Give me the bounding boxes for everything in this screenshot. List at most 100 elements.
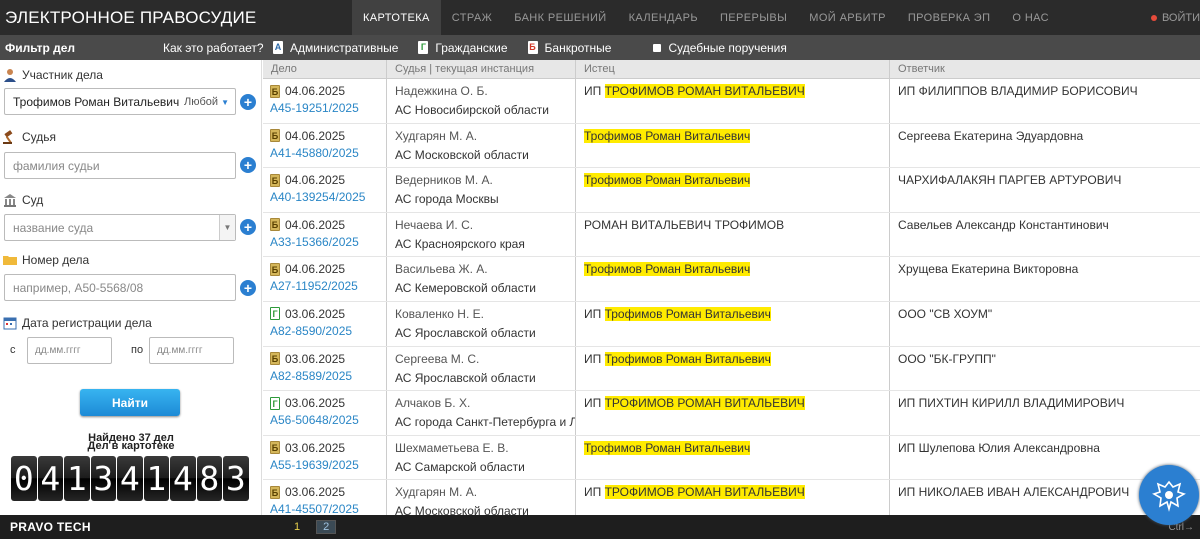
court-name: АС города Санкт-Петербурга и Ленинградск… [395,415,575,430]
table-row[interactable]: Б 04.06.2025 А41-45880/2025 Худгарян М. А. А… [263,123,1200,169]
plaintiff-prefix: ИП [584,396,605,411]
page-2-link[interactable]: 2 [316,520,337,534]
counter-digit: 4 [117,456,143,501]
emblem-button[interactable] [1139,465,1199,525]
case-cell: Б 04.06.2025 А45-19251/2025 [263,79,387,123]
add-participant-button[interactable]: + [240,94,256,110]
table-row[interactable]: Г 03.06.2025 А56-50648/2025 Алчаков Б. Х. АС… [263,391,1200,436]
case-number-link[interactable]: А82-8589/2025 [270,369,386,383]
add-court-button[interactable]: + [240,219,256,235]
defendant-cell: ООО "СВ ХОУМ" [890,302,1200,346]
table-row[interactable]: Б 03.06.2025 А41-45507/2025 Худгарян М. А. А… [263,480,1200,515]
defendant-name: Хрущева Екатерина Викторовна [898,262,1079,277]
defendant-cell: ИП ПИХТИН КИРИЛЛ ВЛАДИМИРОВИЧ [890,391,1200,435]
court-dropdown-arrow[interactable]: ▼ [219,215,235,240]
category-court-orders[interactable]: Судебные поручения [653,41,787,55]
plaintiff-highlight: Трофимов Роман Витальевич [604,306,771,321]
column-case: Дело [263,60,387,78]
chevron-down-icon: ▼ [221,97,229,107]
defendant-name: Савельев Александр Константинович [898,217,1109,232]
brand-title[interactable]: ЭЛЕКТРОННОЕ ПРАВОСУДИЕ [0,8,352,28]
judge-cell: Худгарян М. А. АС Московской области [387,123,576,168]
find-button[interactable]: Найти [80,389,180,416]
table-row[interactable]: Б 04.06.2025 А33-15366/2025 Нечаева И. С. АС… [263,212,1200,258]
category-bankruptcy[interactable]: Б Банкротные [527,40,612,55]
eagle-emblem-icon [1152,480,1186,512]
court-name: АС Ярославской области [395,370,536,385]
case-date: 03.06.2025 [285,440,346,455]
judge-cell: Шехмаметьева Е. В. АС Самарской области [387,435,576,480]
case-type-icon: Б [270,441,280,455]
add-case-number-button[interactable]: + [240,280,256,296]
case-number-link[interactable]: А33-15366/2025 [270,235,386,249]
date-to-input[interactable]: дд.мм.гггг [149,337,234,364]
case-date: 04.06.2025 [285,173,346,188]
nav-bank-resheniy[interactable]: БАНК РЕШЕНИЙ [503,0,617,35]
case-number-link[interactable]: А40-139254/2025 [270,190,386,204]
judge-name: Худгарян М. А. [395,485,478,500]
judge-name: Васильева Ж. А. [395,262,488,277]
case-cell: Б 04.06.2025 А40-139254/2025 [263,168,387,212]
case-number-link[interactable]: А27-11952/2025 [270,279,386,293]
participant-input[interactable]: Трофимов Роман Витальевич Любой ▼ [4,88,236,115]
case-number-input[interactable]: например, А50-5568/08 [4,274,236,301]
case-cell: Б 04.06.2025 А33-15366/2025 [263,212,387,257]
nav-kartoteka[interactable]: КАРТОТЕКА [352,0,441,35]
participant-role-select[interactable]: Любой ▼ [184,96,229,108]
category-civil[interactable]: Г Гражданские [418,41,508,55]
nav-moy-arbitr[interactable]: МОЙ АРБИТР [798,0,897,35]
table-row[interactable]: Б 03.06.2025 А55-19639/2025 Шехмаметьева Е.… [263,435,1200,481]
case-type-icon: Б [270,129,280,143]
plaintiff-cell: Трофимов Роман Витальевич [576,435,890,480]
nav-proverka-ep[interactable]: ПРОВЕРКА ЭП [897,0,1002,35]
cards-total-label: Дел в картотеке [87,440,175,452]
table-row[interactable]: Б 04.06.2025 А45-19251/2025 Надежкина О. Б.… [263,79,1200,124]
judge-name: Коваленко Н. Е. [395,306,484,321]
case-cell: Г 03.06.2025 А82-8590/2025 [263,301,387,346]
case-number-link[interactable]: А41-45880/2025 [270,146,386,160]
nav-strazh[interactable]: СТРАЖ [441,0,503,35]
pravo-tech-logo[interactable]: PRAVO TECH [0,520,263,534]
case-number-link[interactable]: А55-19639/2025 [270,458,386,472]
judge-name: Шехмаметьева Е. В. [395,440,509,455]
court-name: АС Ярославской области [395,325,536,340]
case-number-link[interactable]: А56-50648/2025 [270,413,386,427]
table-row[interactable]: Б 03.06.2025 А82-8589/2025 Сергеева М. С. АС… [263,346,1200,392]
judge-input[interactable]: фамилия судьи [4,152,236,179]
category-label: Банкротные [544,40,612,55]
table-row[interactable]: Б 04.06.2025 А40-139254/2025 Ведерников М. … [263,168,1200,213]
bankruptcy-icon: Б [527,41,538,54]
plaintiff-prefix: ИП [584,306,605,321]
how-it-works-link[interactable]: Как это работает? [163,41,273,55]
participant-label-text: Участник дела [22,68,103,82]
nav-o-nas[interactable]: О НАС [1001,0,1060,35]
case-type-icon: Г [270,307,280,321]
case-number-link[interactable]: А45-19251/2025 [270,101,386,115]
case-number-link[interactable]: А41-45507/2025 [270,502,386,515]
case-cell: Б 04.06.2025 А27-11952/2025 [263,257,387,301]
judge-cell: Надежкина О. Б. АС Новосибирской области [387,79,576,123]
add-judge-button[interactable]: + [240,157,256,173]
participant-role-value: Любой [183,95,219,108]
counter-digit: 8 [196,456,222,501]
defendant-cell: ЧАРХИФАЛАКЯН ПАРГЕВ АРТУРОВИЧ [890,168,1200,212]
defendant-name: ООО "СВ ХОУМ" [898,306,993,321]
case-date-line: Б 03.06.2025 [270,441,386,455]
court-placeholder: название суда [13,220,94,235]
calendar-icon [3,317,17,330]
defendant-name: ООО "БК-ГРУПП" [898,351,996,366]
court-name: АС города Москвы [395,192,499,207]
date-from-input[interactable]: дд.мм.гггг [27,337,112,364]
category-administrative[interactable]: А Административные [273,41,398,55]
table-row[interactable]: Г 03.06.2025 А82-8590/2025 Коваленко Н. Е. А… [263,301,1200,347]
nav-calendar[interactable]: КАЛЕНДАРЬ [618,0,709,35]
page-1-link[interactable]: 1 [288,521,306,533]
court-input[interactable]: название суда ▼ [4,214,236,241]
nav-pereryvy[interactable]: ПЕРЕРЫВЫ [709,0,798,35]
case-date: 04.06.2025 [285,217,346,232]
login-link[interactable]: ВОЙТИ [1150,0,1200,35]
case-number-link[interactable]: А82-8590/2025 [270,324,386,338]
case-cell: Б 03.06.2025 А82-8589/2025 [263,346,387,391]
judge-name: Сергеева М. С. [395,351,480,366]
table-row[interactable]: Б 04.06.2025 А27-11952/2025 Васильева Ж. А.… [263,257,1200,302]
